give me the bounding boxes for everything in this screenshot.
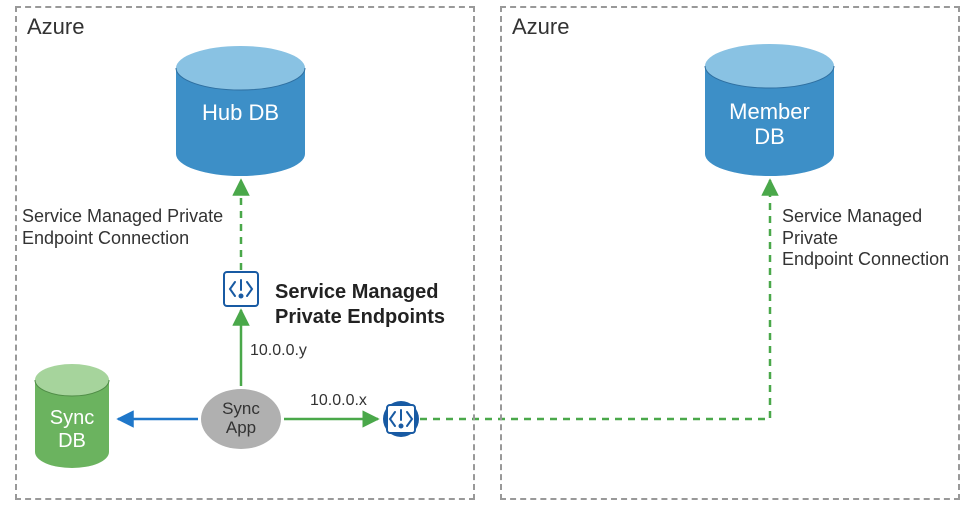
hub-db: Hub DB bbox=[168, 42, 313, 180]
private-endpoint-icon bbox=[382, 400, 420, 438]
connection-label-left: Service Managed Private Endpoint Connect… bbox=[22, 206, 223, 249]
azure-region-left-title: Azure bbox=[27, 14, 84, 40]
azure-region-right-title: Azure bbox=[512, 14, 569, 40]
hub-db-label: Hub DB bbox=[168, 100, 313, 125]
sync-app: Sync App bbox=[200, 388, 282, 450]
sync-db: Sync DB bbox=[30, 362, 114, 470]
private-endpoint-y bbox=[222, 270, 260, 308]
private-endpoint-x bbox=[382, 400, 420, 438]
private-endpoint-icon bbox=[222, 270, 260, 308]
sync-app-label: Sync App bbox=[200, 388, 282, 450]
member-db: Member DB bbox=[697, 40, 842, 180]
sync-db-label: Sync DB bbox=[30, 407, 114, 453]
member-db-label: Member DB bbox=[697, 99, 842, 150]
ip-y: 10.0.0.y bbox=[250, 342, 307, 360]
ip-x: 10.0.0.x bbox=[310, 392, 367, 410]
connection-label-right: Service Managed Private Endpoint Connect… bbox=[782, 206, 975, 271]
private-endpoints-title: Service Managed Private Endpoints bbox=[275, 280, 445, 330]
